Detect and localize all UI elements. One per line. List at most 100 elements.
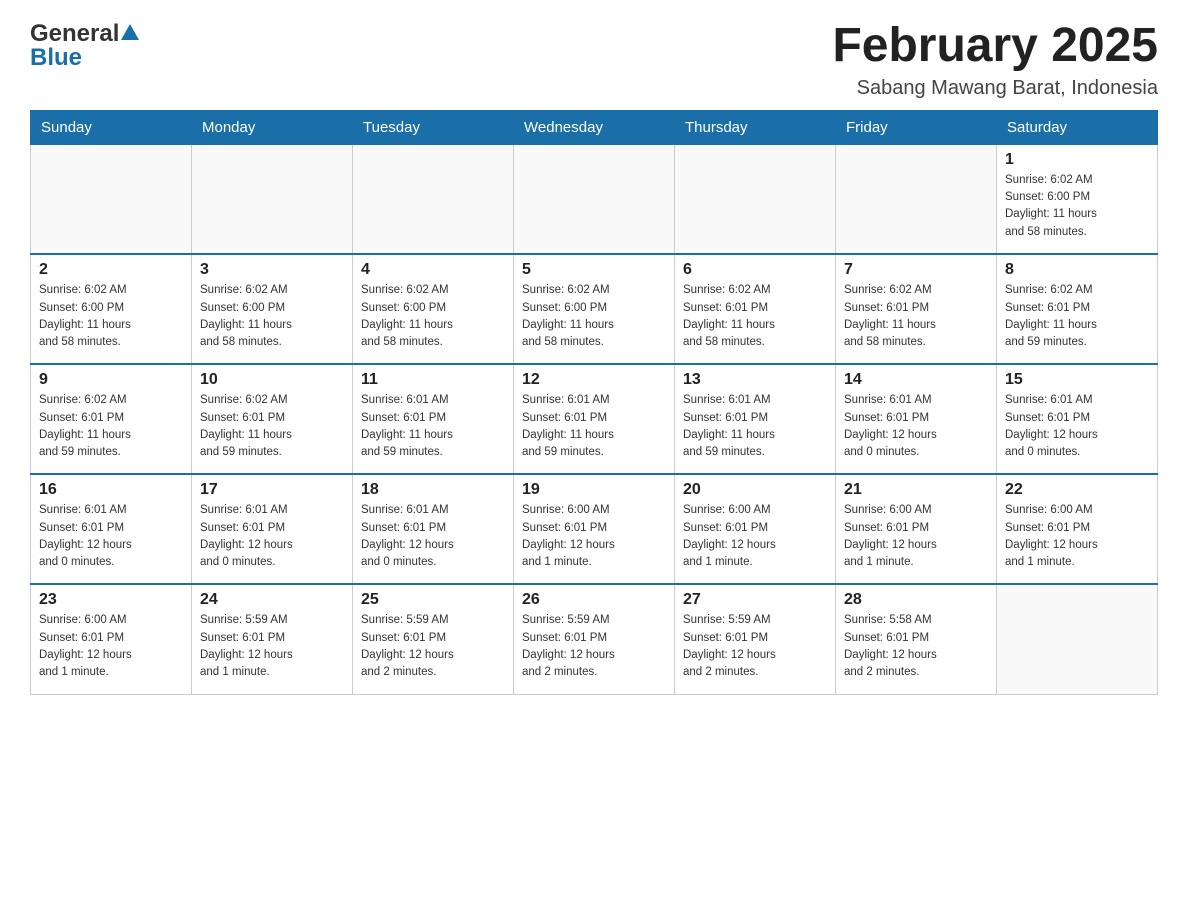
calendar-cell: 6 Sunrise: 6:02 AM Sunset: 6:01 PM Daylig… <box>675 254 836 364</box>
day-number: 10 <box>200 371 344 389</box>
weekday-header-tuesday: Tuesday <box>353 110 514 144</box>
calendar-week-row: 23Sunrise: 6:00 AM Sunset: 6:01 PM Dayli… <box>31 584 1158 694</box>
day-info: Sunrise: 6:02 AM Sunset: 6:01 PM Dayligh… <box>39 392 183 461</box>
logo-triangle-icon <box>121 24 139 45</box>
day-number: 12 <box>522 371 666 389</box>
day-info: Sunrise: 6:01 AM Sunset: 6:01 PM Dayligh… <box>1005 392 1149 461</box>
day-info: Sunrise: 6:02 AM Sunset: 6:01 PM Dayligh… <box>844 282 988 351</box>
calendar-cell: 3 Sunrise: 6:02 AM Sunset: 6:00 PM Daylig… <box>192 254 353 364</box>
calendar-cell: 24Sunrise: 5:59 AM Sunset: 6:01 PM Dayli… <box>192 584 353 694</box>
calendar-week-row: 9 Sunrise: 6:02 AM Sunset: 6:01 PM Daylig… <box>31 364 1158 474</box>
calendar-week-row: 16 Sunrise: 6:01 AM Sunset: 6:01 PM Dayli… <box>31 474 1158 584</box>
day-info: Sunrise: 5:59 AM Sunset: 6:01 PM Dayligh… <box>683 612 827 681</box>
day-info: Sunrise: 5:59 AM Sunset: 6:01 PM Dayligh… <box>361 612 505 681</box>
logo: General Blue <box>30 20 139 72</box>
day-info: Sunrise: 6:02 AM Sunset: 6:00 PM Dayligh… <box>39 282 183 351</box>
day-number: 11 <box>361 371 505 389</box>
day-number: 27 <box>683 591 827 609</box>
day-info: Sunrise: 6:02 AM Sunset: 6:01 PM Dayligh… <box>1005 282 1149 351</box>
day-number: 16 <box>39 481 183 499</box>
day-number: 28 <box>844 591 988 609</box>
weekday-header-sunday: Sunday <box>31 110 192 144</box>
calendar-cell: 5 Sunrise: 6:02 AM Sunset: 6:00 PM Daylig… <box>514 254 675 364</box>
weekday-header-monday: Monday <box>192 110 353 144</box>
calendar-cell: 1 Sunrise: 6:02 AM Sunset: 6:00 PM Daylig… <box>997 144 1158 254</box>
calendar-cell: 12 Sunrise: 6:01 AM Sunset: 6:01 PM Dayli… <box>514 364 675 474</box>
calendar-cell: 15 Sunrise: 6:01 AM Sunset: 6:01 PM Dayli… <box>997 364 1158 474</box>
calendar-cell: 20 Sunrise: 6:00 AM Sunset: 6:01 PM Dayli… <box>675 474 836 584</box>
calendar-cell: 16 Sunrise: 6:01 AM Sunset: 6:01 PM Dayli… <box>31 474 192 584</box>
day-number: 22 <box>1005 481 1149 499</box>
day-info: Sunrise: 6:02 AM Sunset: 6:01 PM Dayligh… <box>683 282 827 351</box>
day-number: 18 <box>361 481 505 499</box>
day-info: Sunrise: 6:01 AM Sunset: 6:01 PM Dayligh… <box>522 392 666 461</box>
calendar-cell: 11 Sunrise: 6:01 AM Sunset: 6:01 PM Dayli… <box>353 364 514 474</box>
day-info: Sunrise: 6:02 AM Sunset: 6:01 PM Dayligh… <box>200 392 344 461</box>
day-number: 9 <box>39 371 183 389</box>
calendar-cell <box>353 144 514 254</box>
calendar-cell: 18Sunrise: 6:01 AM Sunset: 6:01 PM Dayli… <box>353 474 514 584</box>
day-info: Sunrise: 6:02 AM Sunset: 6:00 PM Dayligh… <box>522 282 666 351</box>
day-info: Sunrise: 6:01 AM Sunset: 6:01 PM Dayligh… <box>361 392 505 461</box>
day-number: 3 <box>200 261 344 279</box>
calendar-cell <box>514 144 675 254</box>
day-number: 21 <box>844 481 988 499</box>
page-header: General Blue February 2025 Sabang Mawang… <box>30 20 1158 100</box>
day-number: 24 <box>200 591 344 609</box>
day-number: 2 <box>39 261 183 279</box>
day-info: Sunrise: 6:01 AM Sunset: 6:01 PM Dayligh… <box>39 502 183 571</box>
calendar-cell: 28 Sunrise: 5:58 AM Sunset: 6:01 PM Dayli… <box>836 584 997 694</box>
calendar-cell <box>997 584 1158 694</box>
day-number: 13 <box>683 371 827 389</box>
calendar-cell <box>31 144 192 254</box>
calendar-cell <box>192 144 353 254</box>
calendar-cell: 21 Sunrise: 6:00 AM Sunset: 6:01 PM Dayli… <box>836 474 997 584</box>
day-number: 1 <box>1005 151 1149 169</box>
day-info: Sunrise: 6:00 AM Sunset: 6:01 PM Dayligh… <box>39 612 183 681</box>
day-info: Sunrise: 6:01 AM Sunset: 6:01 PM Dayligh… <box>200 502 344 571</box>
calendar-cell: 27 Sunrise: 5:59 AM Sunset: 6:01 PM Dayli… <box>675 584 836 694</box>
title-block: February 2025 Sabang Mawang Barat, Indon… <box>832 20 1158 100</box>
day-number: 26 <box>522 591 666 609</box>
weekday-header-row: SundayMondayTuesdayWednesdayThursdayFrid… <box>31 110 1158 144</box>
day-info: Sunrise: 6:01 AM Sunset: 6:01 PM Dayligh… <box>683 392 827 461</box>
calendar-cell: 10 Sunrise: 6:02 AM Sunset: 6:01 PM Dayli… <box>192 364 353 474</box>
day-number: 6 <box>683 261 827 279</box>
weekday-header-friday: Friday <box>836 110 997 144</box>
day-number: 15 <box>1005 371 1149 389</box>
day-number: 20 <box>683 481 827 499</box>
month-title: February 2025 <box>832 20 1158 73</box>
day-info: Sunrise: 5:59 AM Sunset: 6:01 PM Dayligh… <box>522 612 666 681</box>
day-info: Sunrise: 5:58 AM Sunset: 6:01 PM Dayligh… <box>844 612 988 681</box>
day-info: Sunrise: 6:02 AM Sunset: 6:00 PM Dayligh… <box>1005 172 1149 241</box>
calendar-cell: 9 Sunrise: 6:02 AM Sunset: 6:01 PM Daylig… <box>31 364 192 474</box>
day-number: 4 <box>361 261 505 279</box>
day-info: Sunrise: 6:00 AM Sunset: 6:01 PM Dayligh… <box>1005 502 1149 571</box>
day-number: 7 <box>844 261 988 279</box>
day-number: 5 <box>522 261 666 279</box>
day-info: Sunrise: 6:00 AM Sunset: 6:01 PM Dayligh… <box>844 502 988 571</box>
day-info: Sunrise: 6:02 AM Sunset: 6:00 PM Dayligh… <box>200 282 344 351</box>
location-text: Sabang Mawang Barat, Indonesia <box>832 77 1158 100</box>
day-number: 14 <box>844 371 988 389</box>
calendar-cell: 22 Sunrise: 6:00 AM Sunset: 6:01 PM Dayli… <box>997 474 1158 584</box>
calendar-cell: 4Sunrise: 6:02 AM Sunset: 6:00 PM Daylig… <box>353 254 514 364</box>
weekday-header-wednesday: Wednesday <box>514 110 675 144</box>
calendar-cell: 2 Sunrise: 6:02 AM Sunset: 6:00 PM Daylig… <box>31 254 192 364</box>
logo-blue-text: Blue <box>30 44 82 72</box>
calendar-cell: 14 Sunrise: 6:01 AM Sunset: 6:01 PM Dayli… <box>836 364 997 474</box>
calendar-table: SundayMondayTuesdayWednesdayThursdayFrid… <box>30 110 1158 695</box>
calendar-cell <box>675 144 836 254</box>
day-info: Sunrise: 6:00 AM Sunset: 6:01 PM Dayligh… <box>522 502 666 571</box>
calendar-cell: 7 Sunrise: 6:02 AM Sunset: 6:01 PM Daylig… <box>836 254 997 364</box>
calendar-cell: 26 Sunrise: 5:59 AM Sunset: 6:01 PM Dayli… <box>514 584 675 694</box>
calendar-week-row: 1 Sunrise: 6:02 AM Sunset: 6:00 PM Daylig… <box>31 144 1158 254</box>
weekday-header-thursday: Thursday <box>675 110 836 144</box>
day-info: Sunrise: 6:00 AM Sunset: 6:01 PM Dayligh… <box>683 502 827 571</box>
calendar-cell: 25Sunrise: 5:59 AM Sunset: 6:01 PM Dayli… <box>353 584 514 694</box>
calendar-cell: 19Sunrise: 6:00 AM Sunset: 6:01 PM Dayli… <box>514 474 675 584</box>
day-info: Sunrise: 6:01 AM Sunset: 6:01 PM Dayligh… <box>844 392 988 461</box>
day-number: 17 <box>200 481 344 499</box>
calendar-cell: 8Sunrise: 6:02 AM Sunset: 6:01 PM Daylig… <box>997 254 1158 364</box>
calendar-cell <box>836 144 997 254</box>
